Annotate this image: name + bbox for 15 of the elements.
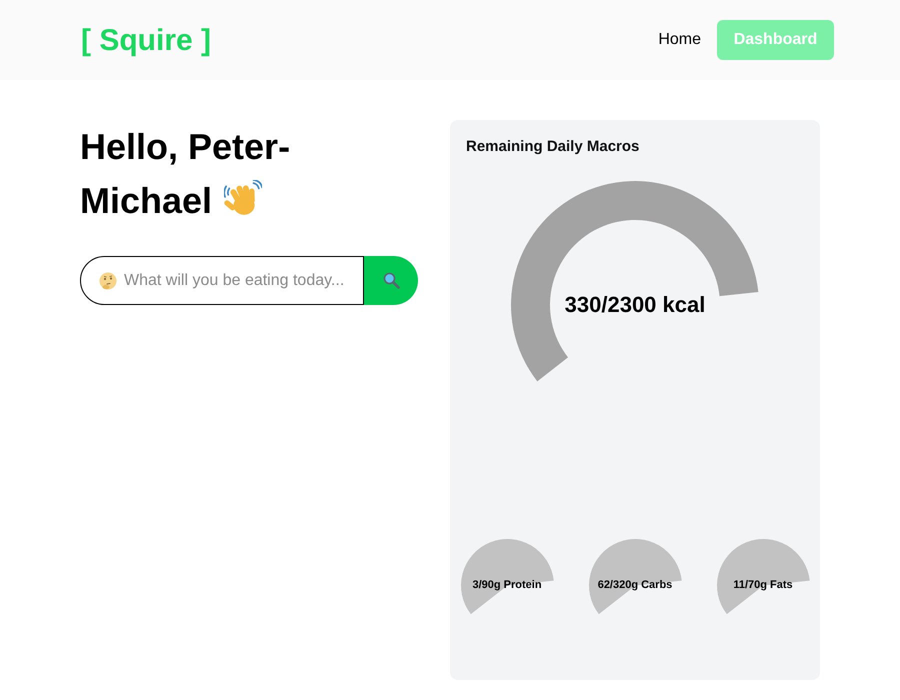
search-button[interactable]: [364, 256, 418, 305]
search-icon: [382, 272, 400, 289]
macro-reading: 11/70g Fats: [733, 578, 793, 592]
card-title: Remaining Daily Macros: [466, 137, 640, 157]
greeting-heading: Michael: [80, 179, 212, 223]
logo[interactable]: [ Squire ]: [81, 18, 212, 62]
waving-hand-icon: [224, 180, 262, 218]
thinking-face-icon: [99, 272, 117, 290]
greeting-heading: Hello, Peter-: [80, 125, 290, 169]
nav-button[interactable]: Dashboard: [717, 20, 834, 60]
calorie-reading: 330/2300 kcal: [564, 291, 706, 319]
nav-link[interactable]: Home: [658, 28, 701, 52]
macro-reading: 62/320g Carbs: [598, 578, 672, 592]
search-field[interactable]: What will you be eating today...: [80, 256, 364, 305]
macro-reading: 3/90g Protein: [472, 578, 542, 592]
